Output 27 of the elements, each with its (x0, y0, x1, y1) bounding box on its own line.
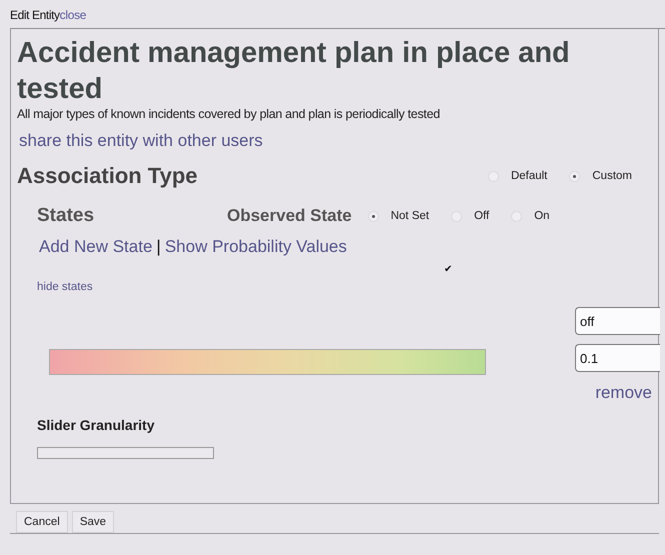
remove-link[interactable]: remove (595, 383, 652, 403)
radio-label: Default (510, 170, 548, 182)
slider-granularity-label: Slider Granularity (37, 417, 154, 433)
add-state-link[interactable]: Add New State (39, 237, 152, 257)
section-heading: States (37, 205, 96, 227)
probability-bar[interactable] (49, 349, 486, 375)
radio-button[interactable] (368, 210, 379, 222)
entity-title: Accident management plan in place and tested (17, 36, 571, 107)
radio-label: On (534, 210, 550, 222)
hide-states-link[interactable]: hide states (37, 281, 93, 293)
radio-label: Off (474, 210, 490, 222)
show-probability-link[interactable]: Show Probability Values (164, 237, 347, 257)
dialog-button[interactable]: Save (72, 511, 114, 533)
window-title: Edit Entity (10, 8, 60, 22)
check-mark: ✔ (444, 263, 452, 275)
radio-label: Not Set (390, 210, 430, 222)
state-name-field[interactable]: off (575, 307, 660, 335)
state-value-field[interactable]: 0.1 (575, 344, 660, 372)
radio-button[interactable] (569, 170, 580, 182)
section-heading: Association Type (17, 163, 199, 189)
entity-description: All major types of known incidents covered by plan and plan is periodically tested (17, 107, 441, 121)
close-link[interactable]: close (60, 8, 86, 22)
observed-state-label: Observed State (227, 206, 352, 226)
share-link[interactable]: share this entity with other users (19, 131, 263, 151)
radio-label: Custom (592, 170, 632, 182)
dialog-button[interactable]: Cancel (16, 511, 68, 533)
separator: | (156, 237, 161, 257)
